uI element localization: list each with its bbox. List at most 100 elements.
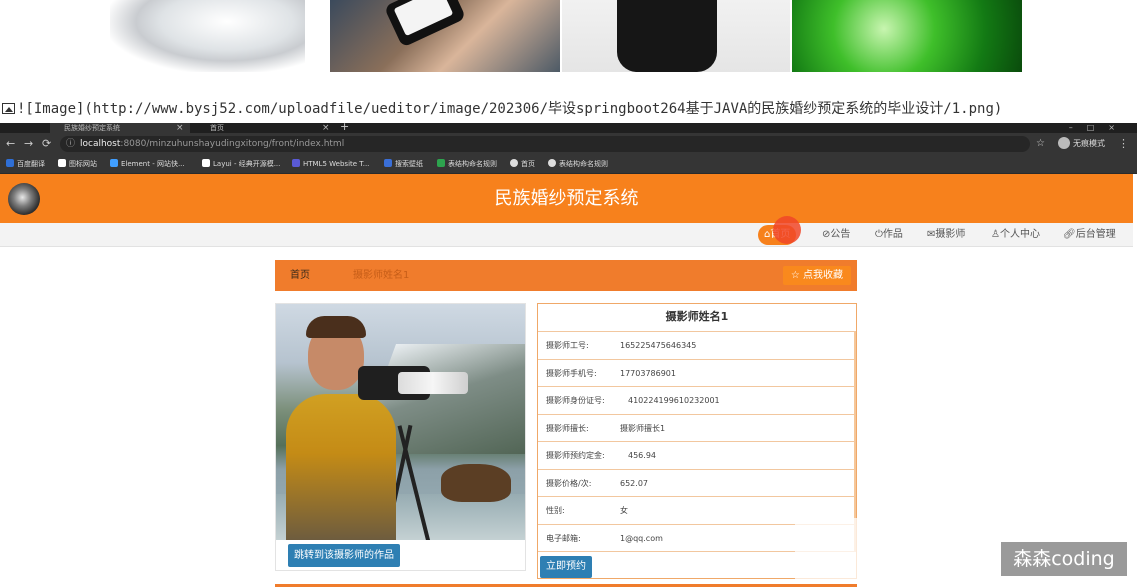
cursor-highlight: [773, 216, 801, 244]
incognito-avatar-icon: [1058, 137, 1070, 149]
site-nav: ⌂首页 ⊘公告 ⏻作品 ✉摄影师 ♙个人中心 🔗︎后台管理: [0, 223, 1133, 247]
web-page: 民族婚纱预定系统 ⌂首页 ⊘公告 ⏻作品 ✉摄影师 ♙个人中心 🔗︎后台管理 首…: [0, 174, 1137, 587]
bookmark-label: Layui - 经典开源模...: [213, 160, 281, 168]
video-overlay-fade: [795, 518, 880, 587]
info-row: 摄影师预约定金: 456.94: [538, 442, 856, 470]
bookmark-star-icon[interactable]: ☆: [1036, 136, 1045, 152]
bookmark-label: HTML5 Website T...: [303, 160, 370, 168]
reload-icon[interactable]: ⟳: [42, 136, 51, 152]
forward-icon[interactable]: →: [24, 136, 33, 152]
field-label: 性别:: [546, 506, 565, 515]
bookmark-icon: [437, 159, 445, 167]
nav-item-notice[interactable]: ⊘公告: [816, 225, 856, 245]
tab-label: 首页: [210, 124, 224, 132]
field-label: 摄影师预约定金:: [546, 451, 605, 460]
bookmark-icon: [548, 159, 556, 167]
bookmark-item[interactable]: 图标网站: [58, 158, 97, 170]
field-label: 摄影师身份证号:: [546, 396, 605, 405]
book-now-button[interactable]: 立即预约: [540, 556, 592, 578]
photographer-name: 摄影师姓名1: [538, 304, 856, 332]
power-icon: ⏻: [875, 229, 883, 240]
close-icon[interactable]: ×: [322, 123, 330, 133]
site-header: 民族婚纱预定系统: [0, 174, 1133, 223]
markdown-text: ![Image](http://www.bysj52.com/uploadfil…: [17, 101, 1003, 117]
window-controls[interactable]: –□×: [1069, 123, 1129, 133]
bookmark-item[interactable]: 百度翻译: [6, 158, 45, 170]
product-image-strip: [0, 0, 1137, 98]
bookmark-item[interactable]: 搜索壁纸: [384, 158, 423, 170]
info-row: 摄影师身份证号: 410224199610232001: [538, 387, 856, 415]
suit-image: [562, 0, 790, 72]
bookmarks-bar: 百度翻译 图标网站 Element - 网站快... Layui - 经典开源模…: [0, 155, 1137, 174]
nav-label: 后台管理: [1075, 229, 1116, 240]
photographer-photo: [276, 304, 525, 540]
info-row: 摄影价格/次: 652.07: [538, 469, 856, 497]
bookmark-icon: [6, 159, 14, 167]
nav-item-admin[interactable]: 🔗︎后台管理: [1057, 225, 1122, 245]
nav-label: 作品: [882, 229, 903, 240]
field-label: 摄影师擅长:: [546, 423, 589, 433]
incognito-profile[interactable]: 无痕模式: [1058, 137, 1105, 151]
field-label: 电子邮箱:: [546, 533, 581, 543]
tab-home[interactable]: 首页: [196, 123, 336, 133]
field-value: 1@qq.com: [620, 533, 663, 543]
bookmark-label: 表结构命名规则: [448, 160, 497, 168]
bookmark-item[interactable]: 表结构命名规则: [548, 158, 608, 170]
screenshot-root: ![Image](http://www.bysj52.com/uploadfil…: [0, 0, 1137, 587]
info-row: 摄影师擅长: 摄影师擅长1: [538, 414, 856, 442]
bookmark-item[interactable]: HTML5 Website T...: [292, 158, 369, 170]
tab-label: 民族婚纱预定系统: [64, 124, 120, 132]
field-value: 456.94: [628, 451, 656, 460]
bookmark-item[interactable]: Layui - 经典开源模...: [202, 158, 280, 170]
url-field[interactable]: ⓘ localhost:8080/minzuhunshayudingxitong…: [60, 136, 1030, 152]
bookmark-label: 百度翻译: [17, 160, 45, 168]
nav-label: 个人中心: [999, 229, 1040, 240]
bookmark-icon: [110, 159, 118, 167]
tab-active[interactable]: 民族婚纱预定系统: [50, 123, 190, 133]
field-label: 摄影师手机号:: [546, 368, 597, 378]
nav-item-profile[interactable]: ♙个人中心: [985, 225, 1046, 245]
breadcrumb-home[interactable]: 首页: [290, 260, 310, 291]
bookmark-label: 表结构命名规则: [559, 160, 608, 168]
nav-item-photographer[interactable]: ✉摄影师: [921, 225, 971, 245]
image-icon: [2, 103, 15, 114]
info-row: 摄影师手机号: 17703786901: [538, 359, 856, 387]
link-icon: 🔗︎: [1063, 229, 1076, 240]
ring-image: [110, 0, 305, 72]
info-row: 摄影师工号: 165225475646345: [538, 332, 856, 360]
breadcrumb-current: 摄影师姓名1: [353, 270, 410, 281]
bookmark-icon: [58, 159, 66, 167]
field-value: 410224199610232001: [628, 396, 720, 405]
browser-window: 民族婚纱预定系统 × 首页 × + –□× ← → ⟳ ⓘ localhost:…: [0, 123, 1137, 587]
nav-item-works[interactable]: ⏻作品: [869, 225, 909, 245]
close-icon[interactable]: ×: [176, 123, 184, 133]
view-works-button[interactable]: 跳转到该摄影师的作品: [288, 544, 400, 567]
bookmark-label: 首页: [521, 160, 535, 168]
bookmark-icon: [292, 159, 300, 167]
markdown-image-line: ![Image](http://www.bysj52.com/uploadfil…: [0, 98, 1137, 122]
bookmark-item[interactable]: 首页: [510, 158, 535, 170]
bookmark-label: 搜索壁纸: [395, 160, 423, 168]
tab-bar: 民族婚纱预定系统 × 首页 × + –□×: [0, 123, 1137, 133]
profile-label: 无痕模式: [1073, 139, 1105, 148]
info-icon[interactable]: ⓘ: [66, 136, 75, 152]
favorite-button[interactable]: ☆ 点我收藏: [782, 266, 851, 285]
bookmark-label: 图标网站: [69, 160, 97, 168]
field-value: 652.07: [620, 478, 648, 488]
field-label: 摄影师工号:: [546, 341, 589, 350]
new-tab-icon[interactable]: +: [340, 123, 349, 132]
field-value: 女: [620, 506, 628, 515]
bookmark-item[interactable]: Element - 网站快...: [110, 158, 185, 170]
green-splash-image: [792, 0, 1022, 72]
field-value: 165225475646345: [620, 341, 697, 350]
field-label: 摄影价格/次:: [546, 478, 592, 488]
photographer-photo-card: 跳转到该摄影师的作品: [275, 303, 526, 571]
site-title: 民族婚纱预定系统: [494, 188, 639, 209]
back-icon[interactable]: ←: [6, 136, 15, 152]
menu-icon[interactable]: ⋮: [1118, 136, 1129, 152]
bookmark-icon: [384, 159, 392, 167]
nav-label: 摄影师: [935, 229, 966, 240]
bookmark-item[interactable]: 表结构命名规则: [437, 158, 497, 170]
bookmark-icon: [510, 159, 518, 167]
watermark: 森森coding: [1001, 542, 1127, 576]
